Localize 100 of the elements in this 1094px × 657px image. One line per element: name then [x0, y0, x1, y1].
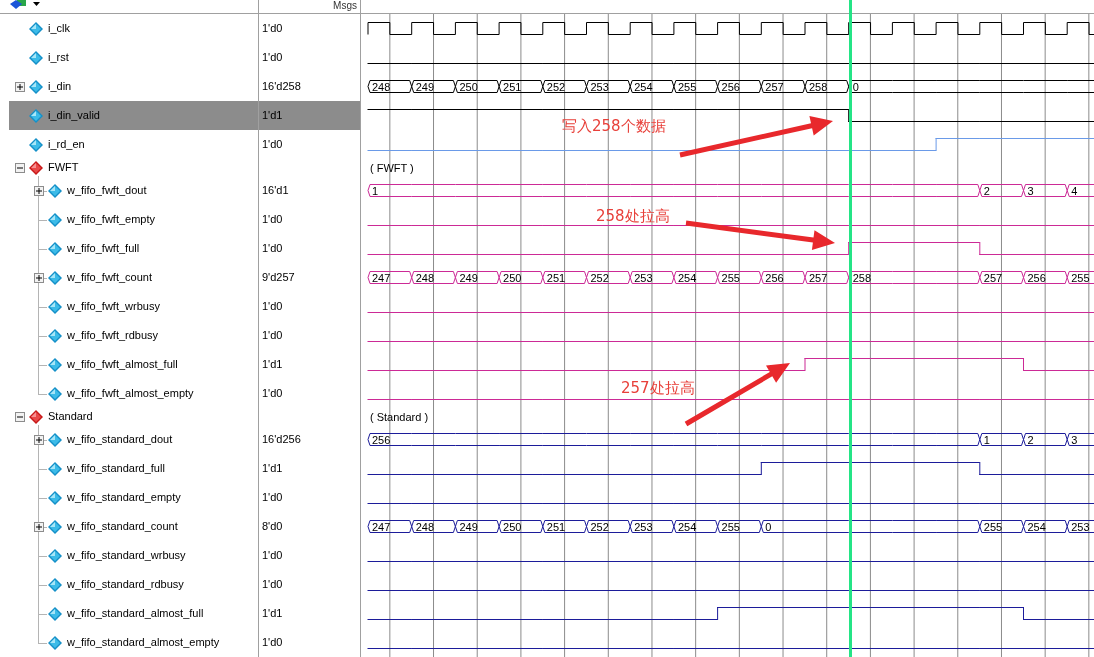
- signal-name: w_fifo_fwft_dout: [67, 183, 147, 199]
- bus-value-label: 3: [1071, 433, 1078, 446]
- bus-value-label: 0: [765, 520, 772, 533]
- bus-value-label: 255: [677, 80, 697, 93]
- bus-value-label: 3: [1027, 184, 1034, 197]
- signal-name: w_fifo_standard_count: [67, 519, 178, 535]
- expand-toggle[interactable]: [33, 272, 44, 283]
- signal-value: 1'd0: [262, 635, 283, 651]
- signal-name: w_fifo_fwft_almost_full: [67, 357, 178, 373]
- bus-value-label: 249: [415, 80, 435, 93]
- column-header: Msgs: [333, 0, 357, 11]
- bus-value-label: 1: [372, 184, 379, 197]
- bus-value-label: 252: [590, 520, 609, 533]
- bus-value-label: 258: [809, 80, 828, 93]
- signal-value: 1'd0: [262, 548, 283, 564]
- bus-value-label: 4: [1071, 184, 1078, 197]
- diamond-icon: [48, 270, 62, 285]
- diamond-icon: [48, 461, 62, 476]
- collapse-toggle[interactable]: [14, 411, 25, 422]
- collapse-toggle[interactable]: [14, 162, 25, 173]
- expand-toggle[interactable]: [14, 81, 25, 92]
- expand-toggle[interactable]: [33, 434, 44, 445]
- signal-value: 1'd1: [262, 108, 283, 124]
- bus-value-label: 248: [415, 271, 435, 284]
- signal-value: 1'd0: [262, 21, 283, 37]
- bus-value-label: 247: [372, 520, 391, 533]
- signal-name: w_fifo_standard_wrbusy: [67, 548, 186, 564]
- signal-name: i_rd_en: [48, 137, 85, 153]
- bus-value-label: 254: [677, 271, 697, 284]
- bus-value-label: 249: [459, 271, 478, 284]
- bus-value-label: 250: [503, 271, 522, 284]
- signal-value: 16'd1: [262, 183, 289, 199]
- diamond-icon: [48, 432, 62, 447]
- signal-name: w_fifo_standard_almost_full: [67, 606, 204, 622]
- bus-value-label: 251: [503, 80, 522, 93]
- bus-value-label: 253: [1071, 520, 1090, 533]
- diamond-icon: [29, 50, 43, 65]
- signal-type-icon[interactable]: [10, 0, 27, 9]
- diamond-icon: [48, 606, 62, 621]
- bus-value-label: 248: [372, 80, 391, 93]
- bus-value-label: 257: [765, 80, 784, 93]
- signal-name: i_din_valid: [48, 108, 100, 124]
- signal-name: w_fifo_standard_dout: [67, 432, 173, 448]
- signal-name: i_clk: [48, 21, 70, 37]
- bus-value-label: 255: [983, 520, 1003, 533]
- diamond-icon: [48, 386, 62, 401]
- diamond-icon: [29, 137, 43, 152]
- expand-toggle[interactable]: [33, 185, 44, 196]
- signal-name: w_fifo_standard_empty: [67, 490, 181, 506]
- signal-value: 1'd1: [262, 357, 283, 373]
- bus-value-label: 1: [983, 433, 990, 446]
- selected-row[interactable]: i_din_valid: [9, 101, 258, 130]
- diamond-icon: [48, 357, 62, 372]
- bus-value-label: 256: [1027, 271, 1046, 284]
- diamond-icon: [48, 299, 62, 314]
- signal-name: w_fifo_fwft_full: [67, 241, 140, 257]
- group-name: FWFT: [48, 160, 79, 176]
- bus-value-label: 251: [546, 271, 566, 284]
- signal-value: 1'd0: [262, 137, 283, 153]
- signal-name: w_fifo_fwft_almost_empty: [67, 386, 194, 402]
- bus-value-label: 2: [1027, 433, 1034, 446]
- signal-value: 16'd256: [262, 432, 301, 448]
- signal-value: 1'd0: [262, 212, 283, 228]
- diamond-icon: [48, 635, 62, 650]
- signal-value: 9'd257: [262, 270, 295, 286]
- bus-value-label: 252: [546, 80, 566, 93]
- signal-name: w_fifo_fwft_count: [67, 270, 152, 286]
- expand-toggle[interactable]: [33, 521, 44, 532]
- signal-name: w_fifo_standard_full: [67, 461, 165, 477]
- signal-value: 1'd0: [262, 386, 283, 402]
- signal-value: 1'd0: [262, 328, 283, 344]
- diamond-icon: [29, 79, 43, 94]
- diamond-icon: [48, 490, 62, 505]
- bus-value-label: 256: [372, 433, 391, 446]
- annotation-text: 写入258个数据: [562, 117, 666, 135]
- bus-value-label: 252: [590, 271, 609, 284]
- signal-name: w_fifo_standard_rdbusy: [67, 577, 184, 593]
- diamond-icon: [48, 577, 62, 592]
- diamond-icon: [48, 519, 62, 534]
- group-label: ( FWFT ): [370, 161, 414, 174]
- signal-value: 1'd1: [262, 606, 283, 622]
- diamond-icon: [29, 21, 43, 36]
- diamond-icon: [48, 183, 62, 198]
- bus-value-label: 247: [372, 271, 391, 284]
- signal-name: w_fifo_fwft_empty: [67, 212, 156, 228]
- annotation-text: 257处拉高: [621, 379, 695, 397]
- bus-value-label: 2: [983, 184, 990, 197]
- signal-value: 16'd258: [262, 79, 301, 95]
- signal-value: 1'd0: [262, 490, 283, 506]
- bus-value-label: 254: [677, 520, 697, 533]
- bus-value-label: 0: [852, 80, 859, 93]
- signal-name: w_fifo_fwft_wrbusy: [67, 299, 160, 315]
- diamond-icon: [29, 409, 43, 424]
- caret-icon[interactable]: [33, 2, 40, 7]
- annotation-text: 258处拉高: [596, 207, 670, 225]
- signal-name: w_fifo_standard_almost_empty: [67, 635, 220, 651]
- bus-value-label: 257: [809, 271, 828, 284]
- bus-value-label: 256: [721, 80, 740, 93]
- signal-name: w_fifo_fwft_rdbusy: [67, 328, 159, 344]
- diamond-icon: [48, 328, 62, 343]
